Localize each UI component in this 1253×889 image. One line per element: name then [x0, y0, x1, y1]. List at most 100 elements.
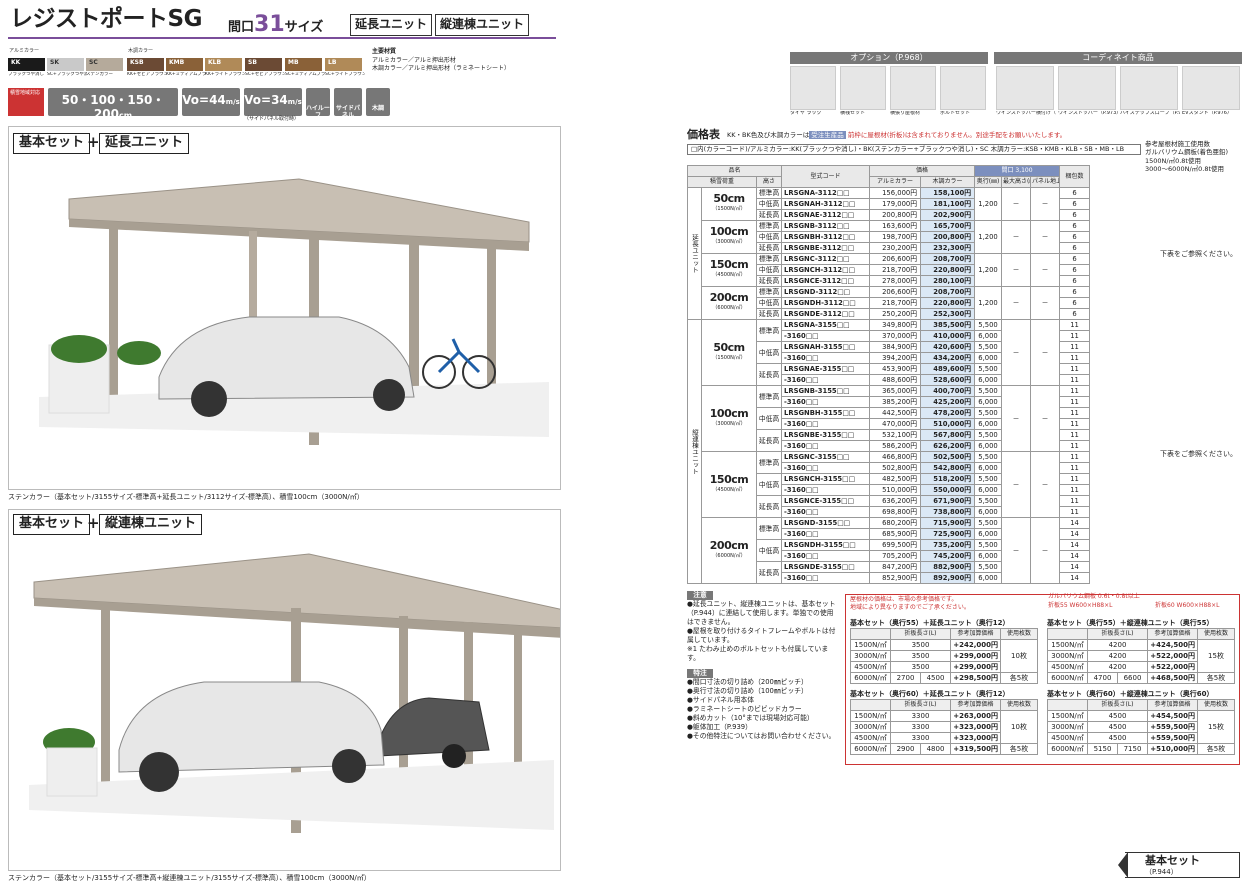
model-code: LRSGNDH-3155□□	[781, 539, 871, 551]
table-row: 中低高 LRSGNBH-3112□□ 198,700円 200,800円 6	[688, 231, 1142, 243]
option-label: ハイステップスロープ（P.973）	[1120, 111, 1180, 116]
table-row: 延長高 LRSGNAE-3112□□ 200,800円 202,900円 6	[688, 209, 1142, 221]
model-code: -3160□□	[781, 528, 871, 540]
roof-table-title: 基本セット（奥行55）＋延長ユニット（奥行12）	[850, 619, 1010, 627]
price-wood: 220,800円	[920, 297, 976, 309]
snow-group: 100cm （3000N/㎡）	[701, 220, 757, 254]
connection-side-label: 縦連棟ユニット	[687, 319, 702, 584]
price-wood: 745,200円	[920, 550, 976, 562]
swatch-name: ブラックつや消し	[8, 72, 44, 77]
red-note-2: 地域により異なりますのでご了承ください。	[850, 604, 970, 611]
price-alu: 847,200円	[869, 561, 922, 573]
price-wood: 671,900円	[920, 495, 976, 507]
extension-side-label: 延長ユニット	[687, 187, 702, 320]
price-alu: 163,600円	[869, 220, 922, 232]
model-code: LRSGNDE-3155□□	[781, 561, 871, 573]
wind-note: （サイドパネル取付時）	[244, 116, 300, 122]
swatch-klb: KLB	[205, 58, 242, 71]
price-wood: 550,000円	[920, 484, 976, 496]
price-alu: 250,200円	[869, 308, 922, 320]
materials: 主要材質 アルミカラー／アルミ押出形材 木調カラー／アルミ押出形材（ラミネートシ…	[372, 48, 510, 73]
wind-speed-icon: Vo=44m/s	[182, 88, 240, 116]
model-code: LRSGNCE-3155□□	[781, 495, 871, 507]
price-wood: 220,800円	[920, 264, 976, 276]
table-row: 1500N/㎡ 3300 +263,000円 10枚	[850, 710, 1038, 744]
price-wood: 158,100円	[920, 187, 976, 199]
table-row: 延長ユニット 50cm （1500N/㎡） 標準高 LRSGNA-3112□□ 156,0…	[687, 187, 1142, 320]
price-wood: 208,700円	[920, 286, 976, 298]
table-row: 150cm （4500N/㎡） 標準高 LRSGNC-3112□□ 206,600円 20…	[688, 253, 1142, 287]
price-wood: 434,200円	[920, 352, 976, 364]
photo-panel-extension: 基本セット + 延長ユニット	[8, 126, 561, 490]
options-header: オプション（P.968）	[790, 52, 988, 64]
coordinate-header: コーディネイト商品	[994, 52, 1242, 64]
price-alu: 442,500円	[869, 407, 922, 419]
page-title: レジストポートSG	[10, 6, 202, 32]
roof-table: 折板長さ(L) 参考加算価格 使用枚数 1500N/㎡ 3300 +263,000円 10枚…	[850, 699, 1038, 755]
price-wood: 510,000円	[920, 418, 976, 430]
wood-grain-icon: 木調	[366, 88, 390, 116]
swatch-name: SC+ライトブラウン	[325, 72, 365, 77]
model-code: LRSGNAH-3112□□	[781, 198, 871, 210]
table-row: 延長高 LRSGNBE-3155□□ 532,100円 567,800円 5,500 11	[688, 429, 1142, 452]
table-row: 中低高 LRSGNAH-3112□□ 179,000円 181,100円 6	[688, 198, 1142, 210]
table-row: 延長高 LRSGNDE-3155□□ 847,200円 882,900円 5,500 14	[688, 561, 1142, 584]
price-alu: 532,100円	[869, 429, 922, 441]
price-wood: 478,200円	[920, 407, 976, 419]
option-label: EVスタンド（P.976）	[1182, 111, 1232, 116]
roof-table-title: 基本セット（奥行60）＋縦連棟ユニット（奥行60）	[1047, 690, 1214, 698]
price-wood: 420,600円	[920, 341, 976, 353]
price-alu: 370,000円	[869, 330, 922, 342]
price-wood: 626,200円	[920, 440, 976, 452]
price-wood: 738,800円	[920, 506, 976, 518]
table-row: 100cm （3000N/㎡） 標準高 LRSGNB-3155□□ 365,000円 40…	[688, 385, 1142, 452]
price-alu: 705,200円	[869, 550, 922, 562]
price-alu: 502,800円	[869, 462, 922, 474]
price-wood: 280,100円	[920, 275, 976, 287]
model-code: LRSGNAH-3155□□	[781, 341, 871, 353]
model-code: LRSGNDE-3112□□	[781, 308, 871, 320]
option-thumb	[890, 66, 936, 110]
price-alu: 365,000円	[869, 385, 922, 397]
swatch-sc: SC	[86, 58, 123, 71]
model-code: LRSGNCH-3112□□	[781, 264, 871, 276]
price-alu: 218,700円	[869, 297, 922, 309]
model-code: LRSGNBH-3112□□	[781, 231, 871, 243]
swatch-sk: SK	[47, 58, 84, 71]
model-code: LRSGND-3112□□	[781, 286, 871, 298]
table-row: 150cm （4500N/㎡） 標準高 LRSGNC-3155□□ 466,800円 50…	[688, 451, 1142, 518]
wind-speed-panel-icon: Vo=34m/s	[244, 88, 302, 116]
model-code: LRSGNDH-3112□□	[781, 297, 871, 309]
option-thumb	[1120, 66, 1178, 110]
tag-extension-unit: 延長ユニット	[350, 14, 433, 36]
caption-connection: ステンカラー（基本セット/3155サイズ-標準高+縦連棟ユニット/3155サイズ…	[8, 874, 371, 882]
price-wood: 489,600円	[920, 363, 976, 375]
red-note-5: 折板60 W600×H88×L	[1155, 602, 1220, 609]
swatch-kk: KK	[8, 58, 45, 71]
model-code: LRSGNCE-3112□□	[781, 275, 871, 287]
roof-table: 折板長さ(L) 参考加算価格 使用枚数 1500N/㎡ 4500 +454,500円 15枚…	[1047, 699, 1235, 755]
carport-extension-illustration	[39, 178, 549, 445]
roof-table-title: 基本セット（奥行55）＋縦連棟ユニット（奥行55）	[1047, 619, 1214, 627]
model-code: -3160□□	[781, 506, 871, 518]
price-wood: 200,800円	[920, 231, 976, 243]
table-row: 中低高 LRSGNDH-3155□□ 699,500円 735,200円 5,500 14	[688, 539, 1142, 562]
arrow-left-icon	[1118, 852, 1128, 878]
model-code: -3160□□	[781, 374, 871, 386]
swatch-lb: LB	[325, 58, 362, 71]
label-basic-set-2: 基本セット	[13, 514, 91, 535]
option-label: 横張り屋根材	[890, 111, 921, 116]
model-code: LRSGNC-3112□□	[781, 253, 871, 265]
plus-sign-2: +	[87, 514, 100, 532]
basic-set-link[interactable]: 基本セット （P.944）	[1125, 852, 1240, 878]
price-wood: 181,100円	[920, 198, 976, 210]
price-wood: 202,900円	[920, 209, 976, 221]
swatch-name: ステンカラー	[86, 72, 113, 77]
table-row: 延長高 LRSGNAE-3155□□ 453,900円 489,600円 5,500 11	[688, 363, 1142, 386]
model-code: -3160□□	[781, 396, 871, 408]
price-wood: 567,800円	[920, 429, 976, 441]
label-extension-unit: 延長ユニット	[99, 133, 190, 154]
table-row: 200cm （6000N/㎡） 標準高 LRSGND-3155□□ 680,200円 71…	[688, 517, 1142, 584]
model-code: -3160□□	[781, 484, 871, 496]
red-note-4: 折板55 W600×H88×L	[1048, 602, 1113, 609]
